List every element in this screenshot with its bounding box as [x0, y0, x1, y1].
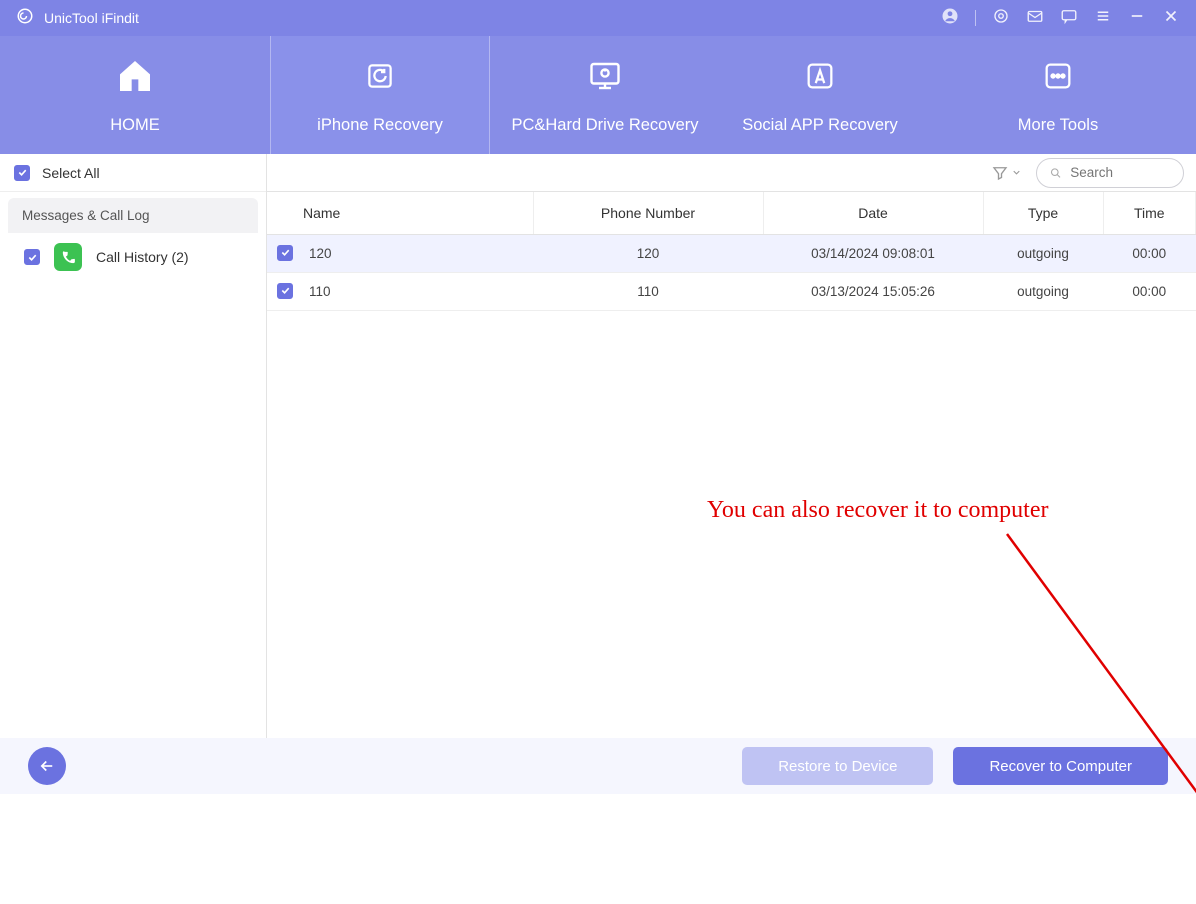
table-row[interactable]: 11011003/13/2024 15:05:26outgoing00:00 [267, 272, 1196, 310]
sidebar-item-call-history[interactable]: Call History (2) [8, 233, 258, 281]
tab-more-tools[interactable]: More Tools [920, 36, 1196, 154]
cell-phone: 120 [533, 234, 763, 272]
nav-label: Social APP Recovery [742, 116, 898, 135]
app-logo-icon [16, 7, 34, 30]
nav-label: PC&Hard Drive Recovery [511, 116, 698, 135]
back-button[interactable] [28, 747, 66, 785]
tab-pc-recovery[interactable]: PC&Hard Drive Recovery [490, 36, 720, 154]
arrow-left-icon [38, 757, 56, 775]
titlebar-divider [975, 10, 976, 26]
home-icon [114, 56, 156, 96]
col-header-name[interactable]: Name [303, 192, 533, 234]
col-header-date[interactable]: Date [763, 192, 983, 234]
nav-label: HOME [110, 116, 160, 135]
tab-iphone-recovery[interactable]: iPhone Recovery [270, 36, 490, 154]
toolbar [267, 154, 1196, 192]
menu-icon[interactable] [1094, 7, 1112, 30]
cell-time: 00:00 [1103, 234, 1196, 272]
nav-label: iPhone Recovery [317, 116, 443, 135]
recover-to-computer-button[interactable]: Recover to Computer [953, 747, 1168, 785]
account-icon[interactable] [941, 7, 959, 30]
main-nav: HOME iPhone Recovery PC&Hard Drive Recov… [0, 36, 1196, 154]
col-header-phone[interactable]: Phone Number [533, 192, 763, 234]
funnel-icon [991, 164, 1009, 182]
col-header-time[interactable]: Time [1103, 192, 1196, 234]
app-title: UnicTool iFindit [44, 10, 139, 26]
search-input[interactable] [1070, 165, 1171, 180]
main-panel: Name Phone Number Date Type Time 1201200… [267, 154, 1196, 738]
row-checkbox[interactable] [277, 245, 293, 261]
data-table: Name Phone Number Date Type Time 1201200… [267, 192, 1196, 311]
cell-type: outgoing [983, 272, 1103, 310]
col-header-type[interactable]: Type [983, 192, 1103, 234]
cell-type: outgoing [983, 234, 1103, 272]
cell-name: 110 [303, 272, 533, 310]
close-icon[interactable] [1162, 7, 1180, 30]
checkbox[interactable] [24, 249, 40, 265]
nav-label: More Tools [1018, 116, 1098, 135]
sidebar: Select All Messages & Call Log Call Hist… [0, 154, 267, 738]
select-all-checkbox[interactable] [14, 165, 30, 181]
cell-date: 03/14/2024 09:08:01 [763, 234, 983, 272]
titlebar: UnicTool iFindit [0, 0, 1196, 36]
chevron-down-icon [1011, 167, 1022, 178]
annotation-arrow-icon [877, 524, 1196, 904]
sidebar-item-label: Call History (2) [96, 249, 189, 265]
feedback-icon[interactable] [1060, 7, 1078, 30]
target-icon[interactable] [992, 7, 1010, 30]
minimize-icon[interactable] [1128, 7, 1146, 30]
monitor-icon [587, 56, 623, 96]
restore-to-device-button[interactable]: Restore to Device [742, 747, 933, 785]
footer: Restore to Device Recover to Computer [0, 738, 1196, 794]
search-box[interactable] [1036, 158, 1184, 188]
cell-time: 00:00 [1103, 272, 1196, 310]
refresh-icon [363, 56, 397, 96]
select-all-row[interactable]: Select All [0, 154, 266, 192]
cell-phone: 110 [533, 272, 763, 310]
select-all-label: Select All [42, 165, 100, 181]
filter-button[interactable] [991, 164, 1022, 182]
table-row[interactable]: 12012003/14/2024 09:08:01outgoing00:00 [267, 234, 1196, 272]
phone-icon [54, 243, 82, 271]
annotation-text: You can also recover it to computer [707, 497, 1048, 524]
more-icon [1041, 56, 1075, 96]
mail-icon[interactable] [1026, 7, 1044, 30]
cell-name: 120 [303, 234, 533, 272]
search-icon [1049, 165, 1062, 181]
category-header: Messages & Call Log [8, 198, 258, 233]
tab-social-recovery[interactable]: Social APP Recovery [720, 36, 920, 154]
cell-date: 03/13/2024 15:05:26 [763, 272, 983, 310]
row-checkbox[interactable] [277, 283, 293, 299]
tab-home[interactable]: HOME [0, 36, 270, 154]
app-store-icon [803, 56, 837, 96]
